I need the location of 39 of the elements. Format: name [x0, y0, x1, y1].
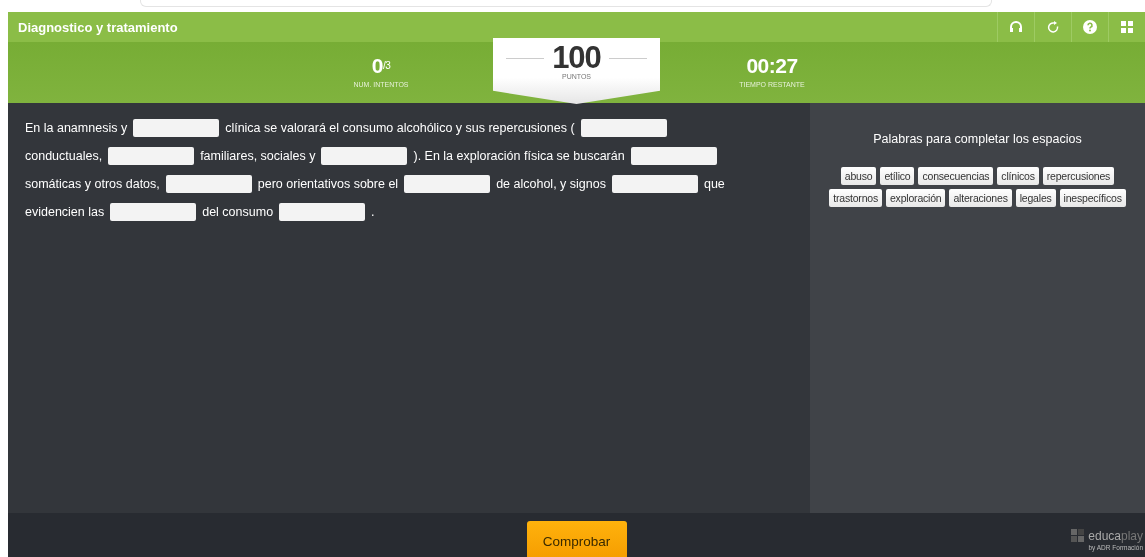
passage-text: familiares, sociales y: [200, 148, 316, 165]
blank-field[interactable]: [404, 175, 491, 193]
blank-field[interactable]: [611, 175, 698, 193]
passage-text: que: [703, 176, 725, 193]
activity-title: Diagnostico y tratamiento: [18, 19, 178, 35]
blank-field[interactable]: [108, 147, 195, 165]
word-bank-title: Palabras para completar los espacios: [873, 132, 1082, 146]
passage-text: En la anamnesis y: [25, 120, 128, 137]
score-value: 100: [552, 42, 601, 74]
word-chip[interactable]: inespecíficos: [1059, 189, 1126, 207]
passage-text: de alcohol, y signos: [496, 176, 606, 193]
passage-text: pero orientativos sobre el: [257, 176, 399, 193]
word-chip[interactable]: abuso: [840, 167, 877, 185]
blank-field[interactable]: [580, 119, 667, 137]
word-chip[interactable]: repercusiones: [1042, 167, 1115, 185]
word-chip[interactable]: trastornos: [829, 189, 882, 207]
word-chip[interactable]: etílico: [880, 167, 915, 185]
blank-field[interactable]: [165, 175, 252, 193]
passage-text: evidencien las: [25, 204, 105, 221]
blank-field[interactable]: [279, 203, 366, 221]
logo-text: educaplay: [1088, 529, 1143, 543]
word-chip[interactable]: consecuencias: [918, 167, 994, 185]
word-chip[interactable]: alteraciones: [949, 189, 1012, 207]
passage-text: conductuales,: [25, 148, 103, 165]
passage-text: somáticas y otros datos,: [25, 176, 160, 193]
passage-text: .: [371, 204, 375, 221]
passage-text: ). En la exploración física se buscarán: [413, 148, 625, 165]
word-chip[interactable]: clínicos: [997, 167, 1039, 185]
logo-icon: [1071, 529, 1086, 543]
blank-field[interactable]: [321, 147, 408, 165]
blank-field[interactable]: [630, 147, 717, 165]
passage-text: clínica se valorará el consumo alcohólico y sus repercusiones (: [225, 120, 575, 137]
blank-field[interactable]: [110, 203, 197, 221]
word-chip[interactable]: exploración: [886, 189, 946, 207]
timer-value: 00:27: [746, 54, 798, 78]
word-chip[interactable]: legales: [1015, 189, 1056, 207]
check-button[interactable]: Comprobar: [526, 521, 627, 557]
passage-text: del consumo: [202, 204, 274, 221]
blank-field[interactable]: [133, 119, 220, 137]
